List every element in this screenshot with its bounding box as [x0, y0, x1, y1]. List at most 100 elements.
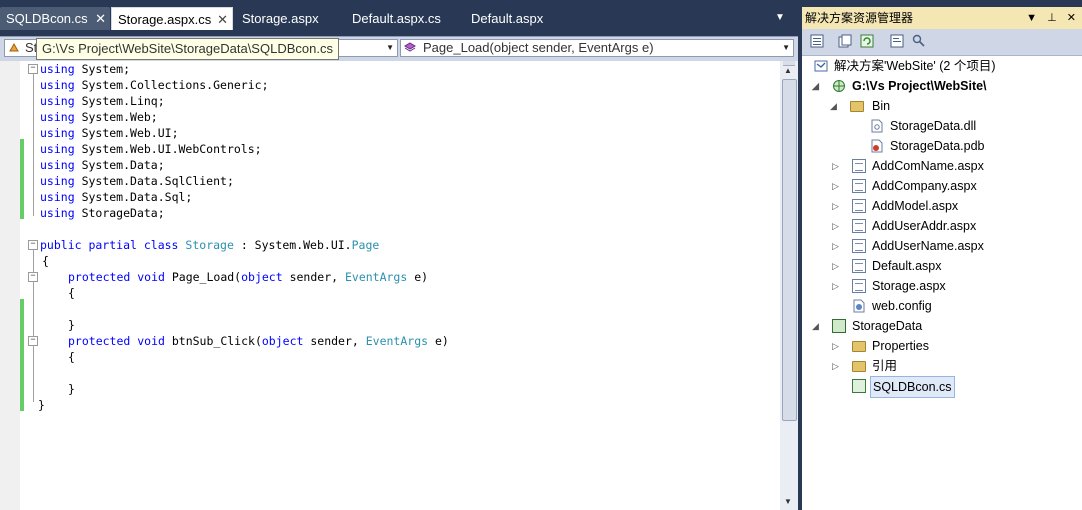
- code-editor[interactable]: − − − − using System; using System.Colle…: [0, 61, 780, 510]
- collapsed-icon[interactable]: ▷: [832, 356, 839, 376]
- show-all-files-icon[interactable]: [838, 34, 852, 48]
- tree-item-page[interactable]: ▷ AddCompany.aspx: [802, 176, 1082, 196]
- tab-label: Storage.aspx.cs: [118, 12, 212, 27]
- tab-dropdown-icon[interactable]: ▼: [775, 12, 785, 23]
- website-icon: [833, 80, 845, 92]
- collapse-icon[interactable]: −: [28, 64, 38, 74]
- code-line: {: [68, 350, 75, 364]
- collapsed-icon[interactable]: ▷: [832, 176, 839, 196]
- collapsed-icon[interactable]: ▷: [832, 276, 839, 296]
- tree-item-storagedata-dll[interactable]: StorageData.dll: [802, 116, 1082, 136]
- properties-icon[interactable]: [810, 34, 824, 48]
- tab-label: Default.aspx: [471, 11, 544, 26]
- code-line: {: [68, 286, 75, 300]
- tab-sqldbcon-cs[interactable]: SQLDBcon.cs ✕: [0, 7, 110, 30]
- code-line: using System.Web.UI.WebControls;: [40, 142, 262, 156]
- tree-item-label: AddUserAddr.aspx: [872, 219, 977, 233]
- collapsed-icon[interactable]: ▷: [832, 216, 839, 236]
- collapsed-icon[interactable]: ▷: [832, 256, 839, 276]
- tree-item-page[interactable]: ▷ AddUserAddr.aspx: [802, 216, 1082, 236]
- collapsed-icon[interactable]: ▷: [832, 336, 839, 356]
- csharp-project-icon: [832, 319, 846, 333]
- csharp-file-icon: [852, 379, 866, 393]
- tree-item-label: web.config: [872, 299, 932, 313]
- tree-item-page[interactable]: ▷ Storage.aspx: [802, 276, 1082, 296]
- collapse-icon[interactable]: −: [28, 336, 38, 346]
- tab-default-aspx-cs[interactable]: Default.aspx.cs: [346, 7, 456, 30]
- pin-icon[interactable]: ⊥: [1047, 12, 1057, 24]
- collapsed-icon[interactable]: ▷: [832, 156, 839, 176]
- tree-item-label: AddComName.aspx: [872, 159, 984, 173]
- window-position-icon[interactable]: ▼: [1026, 12, 1037, 24]
- tree-item-properties[interactable]: ▷ Properties: [802, 336, 1082, 356]
- aspx-page-icon: [852, 219, 866, 233]
- code-line: public partial class Storage : System.We…: [40, 238, 380, 252]
- tree-item-page[interactable]: ▷ Default.aspx: [802, 256, 1082, 276]
- tree-item-web-config[interactable]: web.config: [802, 296, 1082, 316]
- tab-label: SQLDBcon.cs: [6, 11, 88, 26]
- collapsed-icon[interactable]: ▷: [832, 236, 839, 256]
- tree-item-project[interactable]: ◢ StorageData: [802, 316, 1082, 336]
- chevron-down-icon: ▼: [386, 43, 394, 52]
- code-line: {: [42, 254, 49, 268]
- tab-storage-aspx-cs[interactable]: Storage.aspx.cs ✕: [111, 7, 233, 30]
- folder-icon: [850, 101, 864, 112]
- aspx-page-icon: [852, 279, 866, 293]
- indicator-margin: [0, 61, 20, 510]
- tree-item-page[interactable]: ▷ AddUserName.aspx: [802, 236, 1082, 256]
- code-line: protected void Page_Load(object sender, …: [68, 270, 429, 284]
- solution-icon: [814, 60, 828, 72]
- code-line: using System.Web;: [40, 110, 158, 124]
- member-dropdown-value: Page_Load(object sender, EventArgs e): [423, 40, 654, 55]
- view-code-icon[interactable]: [890, 34, 904, 48]
- solution-explorer-toolbar: [802, 29, 1082, 56]
- close-icon[interactable]: ✕: [1067, 12, 1076, 24]
- tree-item-bin[interactable]: ◢ Bin: [802, 96, 1082, 116]
- scroll-down-icon[interactable]: ▼: [784, 497, 792, 506]
- code-line: using System.Data.SqlClient;: [40, 174, 234, 188]
- collapsed-icon[interactable]: ▷: [832, 196, 839, 216]
- code-line: }: [38, 398, 45, 412]
- class-diagram-icon[interactable]: [912, 34, 926, 48]
- change-marker: [20, 139, 24, 219]
- expanded-icon[interactable]: ◢: [812, 76, 819, 96]
- aspx-page-icon: [852, 259, 866, 273]
- expanded-icon[interactable]: ◢: [830, 96, 837, 116]
- tree-item-storagedata-pdb[interactable]: StorageData.pdb: [802, 136, 1082, 156]
- close-icon[interactable]: ✕: [217, 8, 228, 31]
- member-dropdown[interactable]: Page_Load(object sender, EventArgs e) ▼: [400, 39, 794, 57]
- collapse-icon[interactable]: −: [28, 240, 38, 250]
- tab-storage-aspx[interactable]: Storage.aspx: [236, 7, 336, 30]
- tree-item-page[interactable]: ▷ AddModel.aspx: [802, 196, 1082, 216]
- aspx-page-icon: [852, 159, 866, 173]
- collapse-icon[interactable]: −: [28, 272, 38, 282]
- tab-default-aspx[interactable]: Default.aspx: [465, 7, 565, 30]
- tree-item-references[interactable]: ▷ 引用: [802, 356, 1082, 376]
- class-icon: [9, 42, 19, 52]
- tree-item-sqldbcon-cs[interactable]: SQLDBcon.cs: [802, 376, 1082, 398]
- tree-item-solution[interactable]: 解决方案'WebSite' (2 个项目): [802, 56, 1082, 76]
- scroll-thumb[interactable]: [782, 79, 797, 421]
- code-line: using System.Web.UI;: [40, 126, 179, 140]
- tree-item-website[interactable]: ◢ G:\Vs Project\WebSite\: [802, 76, 1082, 96]
- method-icon: [404, 42, 416, 52]
- vertical-scrollbar[interactable]: ▲ ▼: [780, 61, 798, 510]
- expanded-icon[interactable]: ◢: [812, 316, 819, 336]
- close-icon[interactable]: ✕: [95, 7, 106, 30]
- refresh-icon[interactable]: [860, 34, 874, 48]
- solution-explorer-title-bar: 解决方案资源管理器 ▼ ⊥ ✕: [802, 7, 1082, 29]
- tree-item-label: Bin: [872, 99, 891, 113]
- scroll-up-icon[interactable]: ▲: [784, 66, 792, 75]
- outline-guide: [33, 74, 34, 216]
- code-line: }: [68, 318, 75, 332]
- change-marker: [20, 299, 24, 411]
- code-line: using System.Data;: [40, 158, 165, 172]
- code-line: using System.Linq;: [40, 94, 165, 108]
- references-folder-icon: [852, 361, 866, 372]
- document-tabs: SQLDBcon.cs ✕ Storage.aspx.cs ✕ Storage.…: [0, 7, 798, 30]
- aspx-page-icon: [852, 199, 866, 213]
- file-path-tooltip: G:\Vs Project\WebSite\StorageData\SQLDBc…: [36, 38, 339, 60]
- tree-item-label: Properties: [872, 339, 929, 353]
- dll-icon: [871, 119, 883, 133]
- tree-item-page[interactable]: ▷ AddComName.aspx: [802, 156, 1082, 176]
